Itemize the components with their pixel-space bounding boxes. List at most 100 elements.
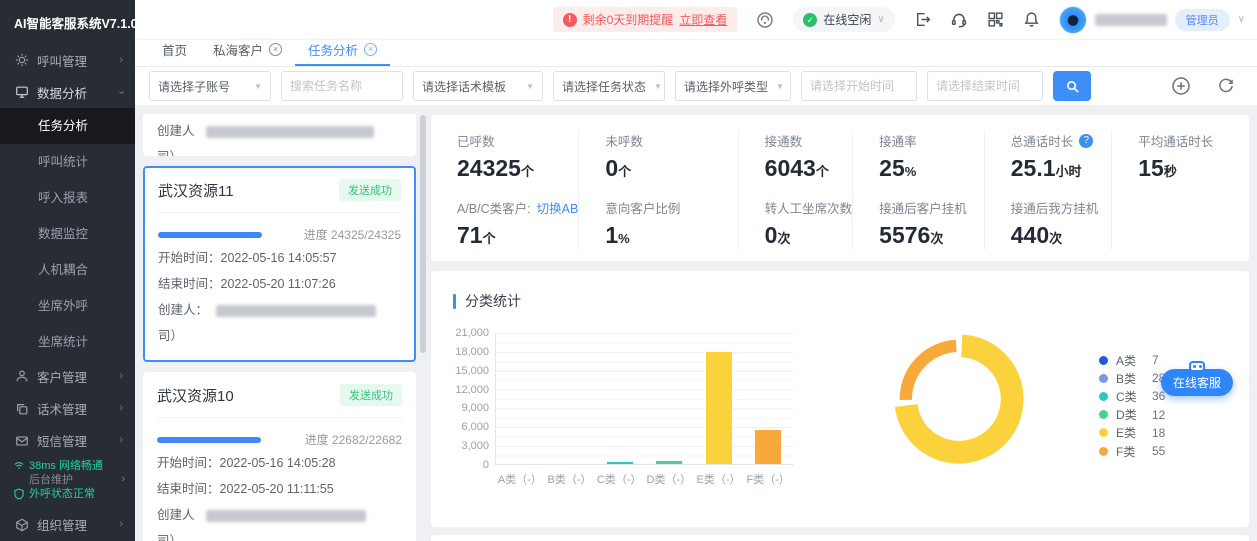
agent-headset-icon[interactable]: [950, 11, 968, 29]
x-label: D类（-）: [646, 474, 692, 486]
creator-redacted: [206, 509, 366, 522]
legend-dot: [1099, 410, 1108, 420]
legend-item-e[interactable]: E类 18: [1099, 424, 1165, 442]
accent-bar: [453, 293, 456, 309]
outbound-type-select[interactable]: 请选择外呼类型 ▼: [675, 71, 791, 101]
sidebar-subitem-inbound-report[interactable]: 呼入报表: [0, 180, 135, 216]
sidebar-item-label: 短信管理: [37, 435, 88, 450]
refresh-icon[interactable]: [1217, 76, 1235, 96]
legend-label: D类: [1116, 408, 1137, 423]
divider: [157, 417, 402, 418]
outbound-status: 外呼状态正常: [13, 487, 125, 501]
close-icon[interactable]: ×: [269, 43, 283, 56]
stat-value: 15: [1138, 155, 1164, 181]
legend-item-c[interactable]: C类 36: [1099, 387, 1165, 405]
script-template-select[interactable]: 请选择话术模板 ▼: [413, 71, 543, 101]
topbar: ! 剩余0天到期提醒 立即查看 ✓ 在线空闲 ∨ 管理员 ∨: [135, 0, 1257, 40]
legend-dot: [1099, 355, 1108, 365]
stat-unit: 次: [777, 231, 791, 246]
sidebar-item-call-management[interactable]: 呼叫管理 ›: [0, 44, 135, 76]
y-tick: 18,000: [455, 345, 489, 358]
bar-chart-plot: [495, 333, 793, 465]
network-status-text: 38ms 网络畅通: [29, 459, 103, 472]
sidebar-item-org-management[interactable]: 组织管理 ›: [0, 509, 135, 541]
switch-ab-link[interactable]: 切换AB: [537, 198, 579, 217]
sidebar-item-label: 数据分析: [37, 86, 88, 101]
caret-down-icon: ▼: [654, 81, 662, 91]
task-card-wuhan-10[interactable]: 武汉资源10 发送成功 进度 22682/22682 开始时间：2022-05-…: [143, 372, 416, 541]
progress-bar: [158, 231, 262, 238]
chevron-down-icon: ∨: [877, 14, 885, 25]
agent-status-select[interactable]: ✓ 在线空闲 ∨: [793, 7, 895, 32]
start-time-input[interactable]: [801, 71, 917, 101]
sidebar-subitem-data-monitor[interactable]: 数据监控: [0, 216, 135, 252]
donut-chart: [894, 334, 1024, 464]
sidebar-item-maintenance[interactable]: 后台维护 ›: [13, 473, 125, 487]
legend-label: F类: [1116, 444, 1136, 459]
search-button[interactable]: [1053, 71, 1091, 101]
add-icon[interactable]: [1171, 76, 1191, 96]
bar-d: [656, 461, 683, 464]
task-card-wuhan-11[interactable]: 武汉资源11 发送成功 进度 24325/24325 开始时间：2022-05-…: [143, 166, 416, 362]
online-service-floater[interactable]: 在线客服: [1161, 361, 1234, 396]
task-name-search-input[interactable]: [281, 71, 403, 101]
task-card-partial[interactable]: 创建人 司）: [143, 114, 416, 156]
username-redacted: [1094, 13, 1167, 26]
legend-item-b[interactable]: B类 28: [1099, 369, 1165, 387]
sidebar-subitem-agent-stats[interactable]: 坐席统计: [0, 324, 135, 360]
legend-dot: [1099, 373, 1108, 383]
sidebar-subitem-call-stats[interactable]: 呼叫统计: [0, 144, 135, 180]
stat-value: 440: [1010, 222, 1050, 248]
outbound-status-text: 外呼状态正常: [29, 487, 95, 500]
select-value: 请选择任务状态: [562, 79, 647, 94]
stat-value: 71: [457, 222, 483, 248]
task-list: 创建人 司） 武汉资源11 发送成功 进度 24325/24325: [135, 105, 428, 541]
person-icon: [15, 369, 29, 383]
view-now-link[interactable]: 立即查看: [679, 11, 727, 28]
tab-bar: 首页 私海客户 × 任务分析 ×: [135, 40, 1257, 67]
support-icon[interactable]: [756, 11, 774, 29]
task-status-select[interactable]: 请选择任务状态 ▼: [553, 71, 665, 101]
bell-icon[interactable]: [1023, 11, 1040, 28]
main-area: ! 剩余0天到期提醒 立即查看 ✓ 在线空闲 ∨ 管理员 ∨ 首页 私海客户 ×…: [135, 0, 1257, 541]
stat-our-hangup: 接通后我方挂机 440次: [1011, 198, 1111, 249]
legend-value: 36: [1152, 389, 1166, 404]
help-icon[interactable]: ?: [1079, 133, 1094, 148]
sidebar-item-sms-management[interactable]: 短信管理 ›: [0, 425, 135, 457]
legend-item-a[interactable]: A类 7: [1099, 351, 1165, 369]
legend-item-d[interactable]: D类 12: [1099, 406, 1165, 424]
exit-icon[interactable]: [914, 11, 931, 28]
sub-account-select[interactable]: 请选择子账号 ▼: [149, 71, 271, 101]
stat-value: 25: [879, 155, 905, 181]
user-menu[interactable]: 管理员 ∨: [1058, 5, 1245, 34]
tab-home[interactable]: 首页: [149, 40, 200, 66]
legend-value: 7: [1152, 353, 1159, 368]
legend-label: E类: [1116, 426, 1137, 441]
legend-value: 18: [1152, 425, 1166, 440]
chevron-right-icon: ›: [121, 473, 125, 486]
chevron-down-icon: ∨: [1237, 14, 1245, 25]
list-scrollbar[interactable]: [420, 115, 426, 353]
tab-task-analysis[interactable]: 任务分析 ×: [295, 40, 391, 66]
wifi-icon: [13, 460, 25, 471]
stat-unit: %: [904, 164, 917, 179]
stat-col: 接通率 25% 接通后客户挂机 5576次: [852, 131, 984, 249]
sidebar-subitem-human-machine[interactable]: 人机耦合: [0, 252, 135, 288]
next-section-card: [431, 535, 1249, 541]
end-time-input[interactable]: [927, 71, 1043, 101]
close-icon[interactable]: ×: [364, 43, 378, 56]
y-tick: 0: [482, 459, 489, 471]
creator-label: 创建人: [157, 124, 195, 138]
qr-code-icon[interactable]: [987, 11, 1004, 28]
task-title: 武汉资源10: [157, 387, 234, 405]
sidebar-item-script-management[interactable]: 话术管理 ›: [0, 393, 135, 425]
bar-f: [755, 430, 782, 464]
sidebar-subitem-agent-outbound[interactable]: 坐席外呼: [0, 288, 135, 324]
stat-col: 未呼数 0个 意向客户比例 1%: [578, 131, 737, 249]
legend-item-f[interactable]: F类 55: [1099, 442, 1165, 460]
stat-total-duration: 总通话时长? 25.1小时: [1011, 131, 1111, 182]
sidebar-subitem-task-analysis[interactable]: 任务分析: [0, 108, 135, 145]
sidebar-item-data-analysis[interactable]: 数据分析 ›: [0, 76, 135, 108]
tab-private-customers[interactable]: 私海客户 ×: [200, 40, 295, 66]
sidebar-item-customer-management[interactable]: 客户管理 ›: [0, 360, 135, 392]
